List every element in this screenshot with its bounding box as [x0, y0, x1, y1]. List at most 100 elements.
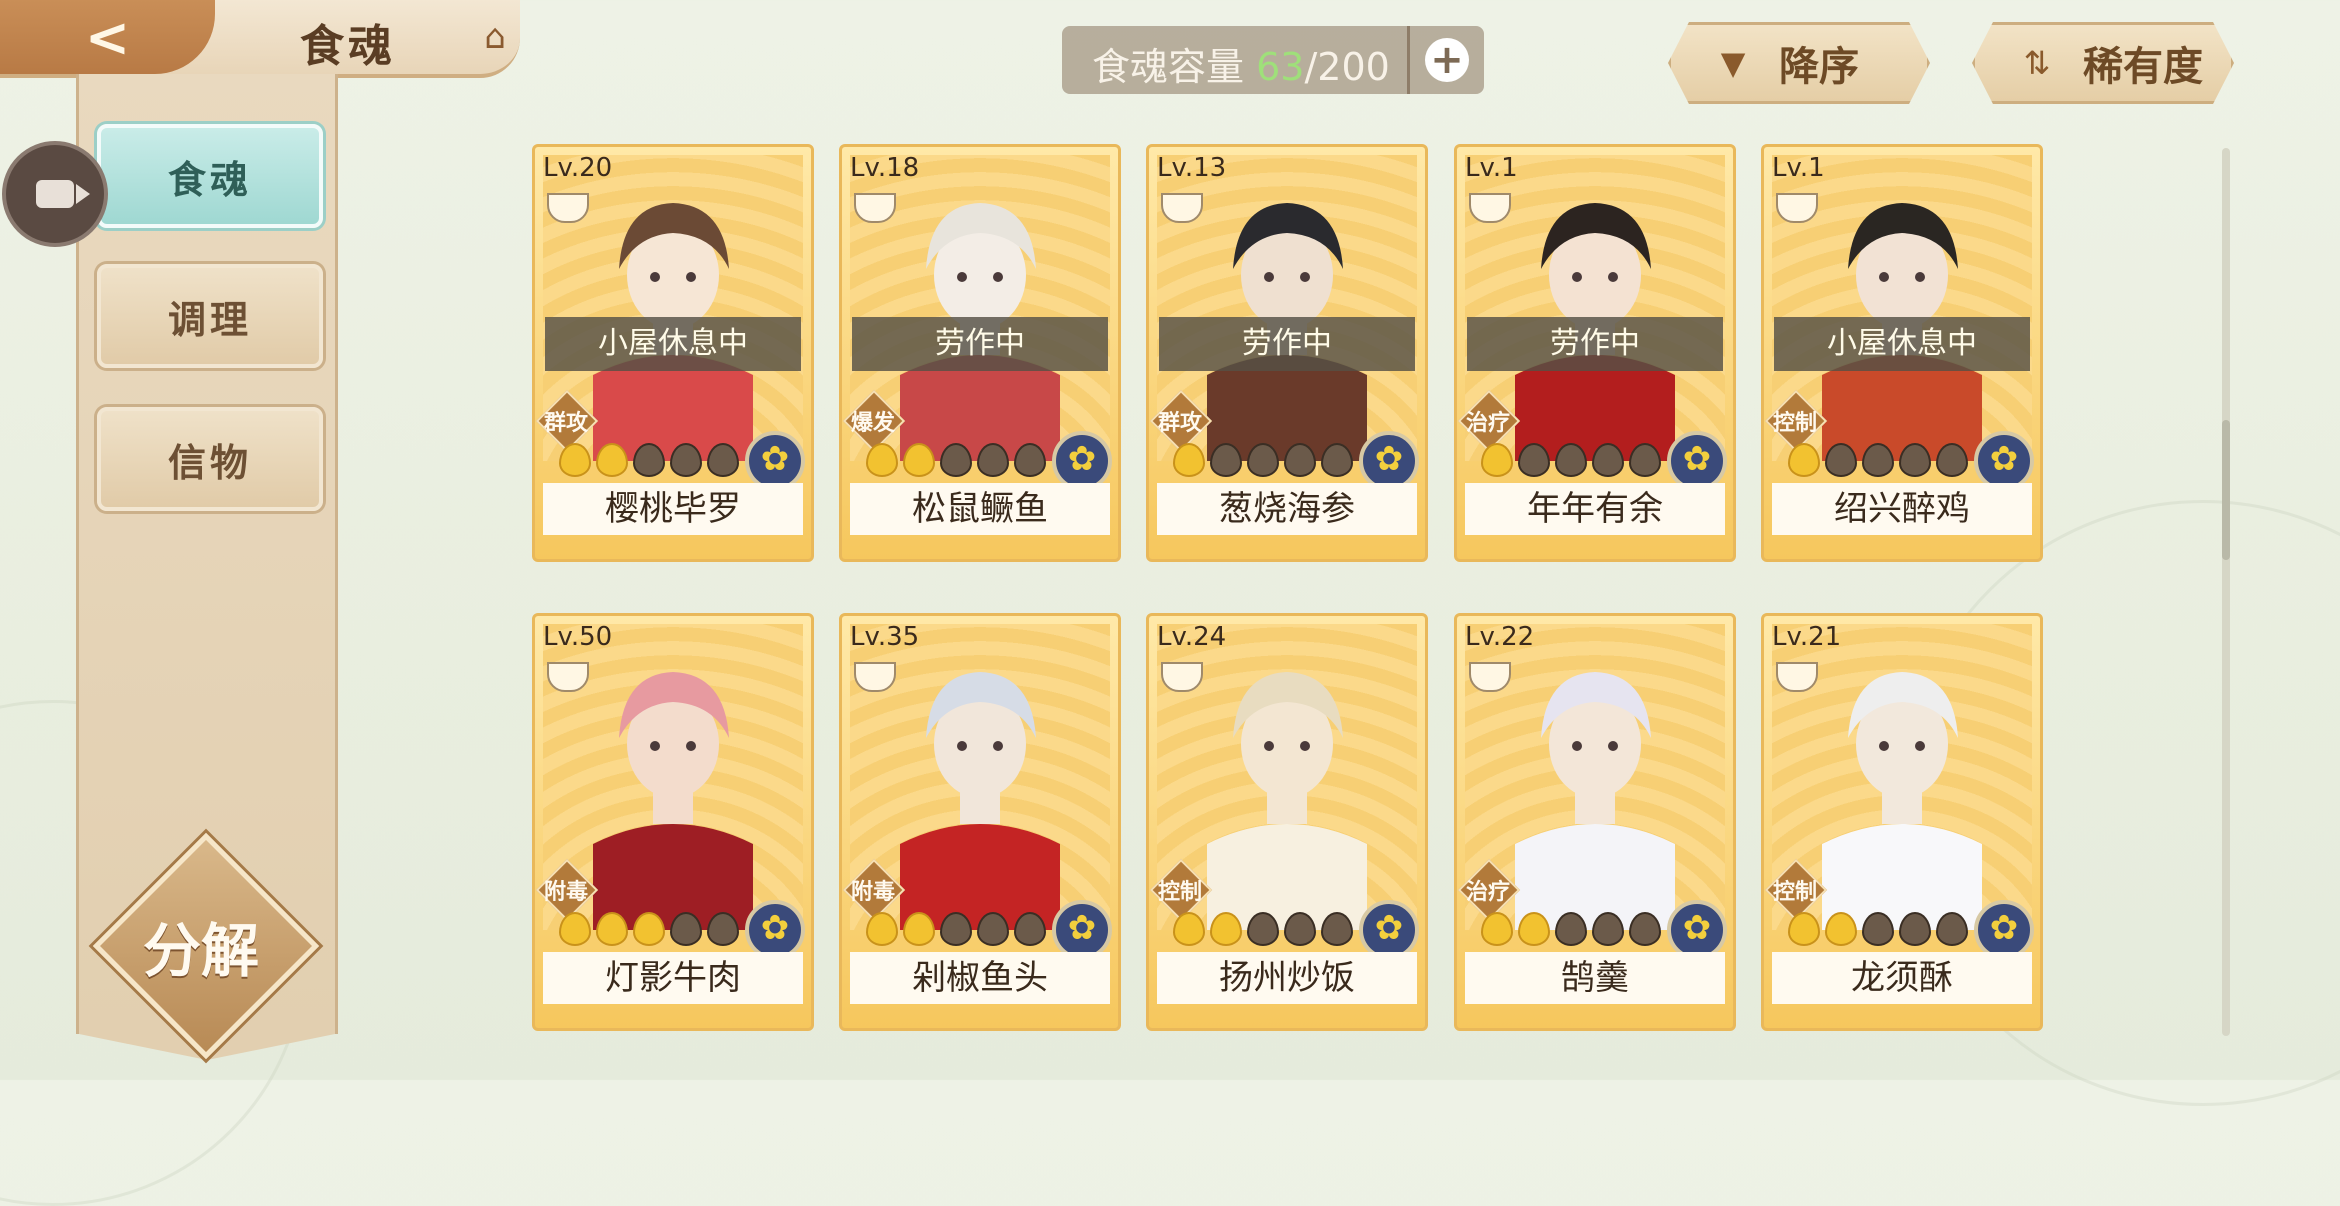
role-label: 附毒	[543, 880, 588, 905]
flower-emblem-icon	[1359, 431, 1419, 491]
foodsoul-card[interactable]: Lv.1 小屋休息中控制绍兴醉鸡	[1761, 144, 2043, 562]
bowl-icon	[1776, 662, 1818, 692]
back-arrow-icon: <	[84, 5, 131, 69]
foodsoul-card[interactable]: Lv.22 治疗鹄羹	[1454, 613, 1736, 1031]
sort-order-button[interactable]: ▼ 降序	[1668, 22, 1930, 104]
role-label: 治疗	[1465, 411, 1510, 436]
flame-star-icon	[1825, 912, 1857, 946]
add-capacity-button[interactable]: +	[1407, 26, 1484, 94]
card-name: 龙须酥	[1851, 958, 1953, 998]
bowl-icon	[1469, 193, 1511, 223]
flame-star-icon	[1555, 443, 1587, 477]
star-rating	[1481, 443, 1666, 477]
foodsoul-card[interactable]: Lv.18 劳作中爆发松鼠鳜鱼	[839, 144, 1121, 562]
flame-star-icon	[1899, 912, 1931, 946]
flame-star-icon	[1210, 912, 1242, 946]
bowl-icon	[1776, 193, 1818, 223]
flame-star-icon	[1014, 443, 1046, 477]
name-band: 扬州炒饭	[1157, 952, 1417, 1004]
name-band: 樱桃毕罗	[543, 483, 803, 535]
flame-star-icon	[1629, 912, 1661, 946]
foodsoul-card[interactable]: Lv.50 附毒灯影牛肉	[532, 613, 814, 1031]
foodsoul-card[interactable]: Lv.35 附毒剁椒鱼头	[839, 613, 1121, 1031]
flame-star-icon	[1321, 443, 1353, 477]
foodsoul-card[interactable]: Lv.1 劳作中治疗年年有余	[1454, 144, 1736, 562]
role-badge: 治疗	[1457, 389, 1521, 453]
bowl-icon	[1161, 662, 1203, 692]
flame-star-icon	[1862, 443, 1894, 477]
role-badge: 爆发	[842, 389, 906, 453]
flame-star-icon	[1481, 912, 1513, 946]
sort-rarity-label: 稀有度	[2083, 44, 2203, 90]
flame-star-icon	[1173, 443, 1205, 477]
status-banner: 劳作中	[1159, 317, 1415, 371]
pavilion-icon[interactable]: ⌂	[472, 16, 518, 58]
sort-order-label: 降序	[1779, 44, 1859, 90]
card-name: 扬州炒饭	[1219, 958, 1355, 998]
flame-star-icon	[559, 912, 591, 946]
level-label: Lv.35	[850, 622, 920, 652]
flame-star-icon	[866, 443, 898, 477]
card-name: 剁椒鱼头	[912, 958, 1048, 998]
name-band: 葱烧海参	[1157, 483, 1417, 535]
role-badge: 控制	[1149, 858, 1213, 922]
role-badge: 治疗	[1457, 858, 1521, 922]
sort-rarity-button[interactable]: ⇅ 稀有度	[1972, 22, 2234, 104]
role-label: 控制	[1772, 411, 1817, 436]
flame-star-icon	[1788, 912, 1820, 946]
flame-star-icon	[707, 912, 739, 946]
bowl-icon	[547, 193, 589, 223]
sidebar-item-foodsoul[interactable]: 食魂	[97, 124, 323, 228]
flame-star-icon	[1629, 443, 1661, 477]
role-label: 附毒	[850, 880, 895, 905]
sidebar-item-token[interactable]: 信物	[97, 407, 323, 511]
flame-star-icon	[1592, 912, 1624, 946]
bowl-icon	[1161, 193, 1203, 223]
flame-star-icon	[1247, 443, 1279, 477]
flame-star-icon	[1284, 912, 1316, 946]
name-band: 松鼠鳜鱼	[850, 483, 1110, 535]
sidebar-item-label: 食魂	[167, 156, 252, 202]
page-title: 食魂	[300, 21, 396, 72]
star-rating	[559, 912, 744, 946]
name-band: 年年有余	[1465, 483, 1725, 535]
triangle-down-icon: ▼	[1720, 44, 1746, 82]
flame-star-icon	[1555, 912, 1587, 946]
card-name: 灯影牛肉	[605, 958, 741, 998]
sidebar-item-conditioning[interactable]: 调理	[97, 264, 323, 368]
scrollbar-thumb[interactable]	[2222, 420, 2230, 560]
flame-star-icon	[1899, 443, 1931, 477]
name-band: 鹄羹	[1465, 952, 1725, 1004]
level-label: Lv.50	[543, 622, 613, 652]
flame-star-icon	[596, 443, 628, 477]
role-label: 群攻	[1157, 411, 1202, 436]
foodsoul-card[interactable]: Lv.20 小屋休息中群攻樱桃毕罗	[532, 144, 814, 562]
back-button[interactable]: <	[0, 0, 215, 74]
foodsoul-card[interactable]: Lv.24 控制扬州炒饭	[1146, 613, 1428, 1031]
level-label: Lv.1	[1772, 153, 1825, 183]
level-label: Lv.24	[1157, 622, 1227, 652]
role-badge: 控制	[1764, 858, 1828, 922]
card-name: 年年有余	[1527, 489, 1663, 529]
star-rating	[1481, 912, 1666, 946]
status-banner: 小屋休息中	[545, 317, 801, 371]
flower-emblem-icon	[1974, 900, 2034, 960]
flower-emblem-icon	[1667, 900, 1727, 960]
flame-star-icon	[866, 912, 898, 946]
role-badge: 附毒	[842, 858, 906, 922]
flower-emblem-icon	[745, 900, 805, 960]
foodsoul-card[interactable]: Lv.21 控制龙须酥	[1761, 613, 2043, 1031]
flame-star-icon	[1210, 443, 1242, 477]
star-rating	[1173, 443, 1358, 477]
star-rating	[1788, 912, 1973, 946]
role-badge: 控制	[1764, 389, 1828, 453]
flame-star-icon	[670, 443, 702, 477]
decompose-label[interactable]: 分解	[120, 904, 282, 988]
flame-star-icon	[940, 912, 972, 946]
scrollbar-track[interactable]	[2222, 148, 2230, 1036]
foodsoul-card[interactable]: Lv.13 劳作中群攻葱烧海参	[1146, 144, 1428, 562]
level-label: Lv.20	[543, 153, 613, 183]
level-label: Lv.22	[1465, 622, 1535, 652]
record-button[interactable]	[2, 141, 108, 247]
flame-star-icon	[1936, 443, 1968, 477]
